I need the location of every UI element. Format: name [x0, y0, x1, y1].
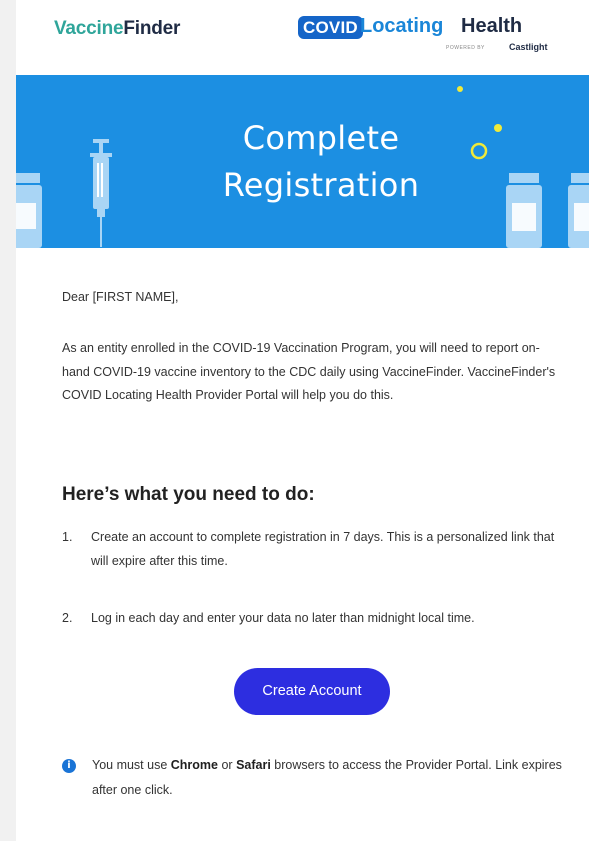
logo-locating-text: Locating [360, 15, 444, 37]
vaccine-vial-icon [506, 173, 542, 248]
list-item: 1. Create an account to complete registr… [62, 525, 562, 575]
intro-paragraph: As an entity enrolled in the COVID-19 Va… [62, 341, 556, 402]
step-number: 1. [62, 530, 73, 544]
syringe-icon [90, 139, 112, 247]
logo-vaccine-text: Vaccine [54, 18, 124, 39]
create-account-button[interactable]: Create Account [234, 668, 390, 715]
covid-badge: COVID [298, 16, 363, 39]
greeting: Dear [FIRST NAME], [62, 290, 179, 304]
step-text: Log in each day and enter your data no l… [91, 611, 475, 625]
note-text: You must use Chrome or Safari browsers t… [92, 753, 562, 803]
banner-title-line2: Registration [222, 166, 420, 204]
covid-locating-health-logo[interactable]: COVID Locating Health powered by Castlig… [298, 13, 568, 57]
banner-title: Complete Registration [196, 115, 446, 209]
castlight-text: Castlight [509, 42, 548, 52]
banner-title-line1: Complete [242, 119, 400, 157]
vaccine-vial-icon [16, 173, 42, 248]
note-part1: You must use [92, 758, 171, 772]
vaccine-vial-icon [568, 173, 589, 248]
vaccinefinder-logo[interactable]: VaccineFinder [54, 18, 180, 40]
logo-finder-text: Finder [123, 18, 181, 39]
list-item: 2. Log in each day and enter your data n… [62, 606, 562, 632]
step-number: 2. [62, 611, 73, 625]
note-part2: or [218, 758, 237, 772]
info-icon: i [62, 759, 76, 773]
bubble-dots-icon [457, 86, 502, 160]
powered-by-text: powered by [446, 45, 485, 51]
note-browser-safari: Safari [236, 758, 271, 772]
step-text: Create an account to complete registrati… [91, 530, 555, 568]
logo-health-text: Health [461, 15, 523, 37]
hero-banner: Complete Registration [16, 75, 589, 248]
section-heading: Here’s what you need to do: [62, 484, 315, 505]
note-browser-chrome: Chrome [170, 758, 218, 772]
